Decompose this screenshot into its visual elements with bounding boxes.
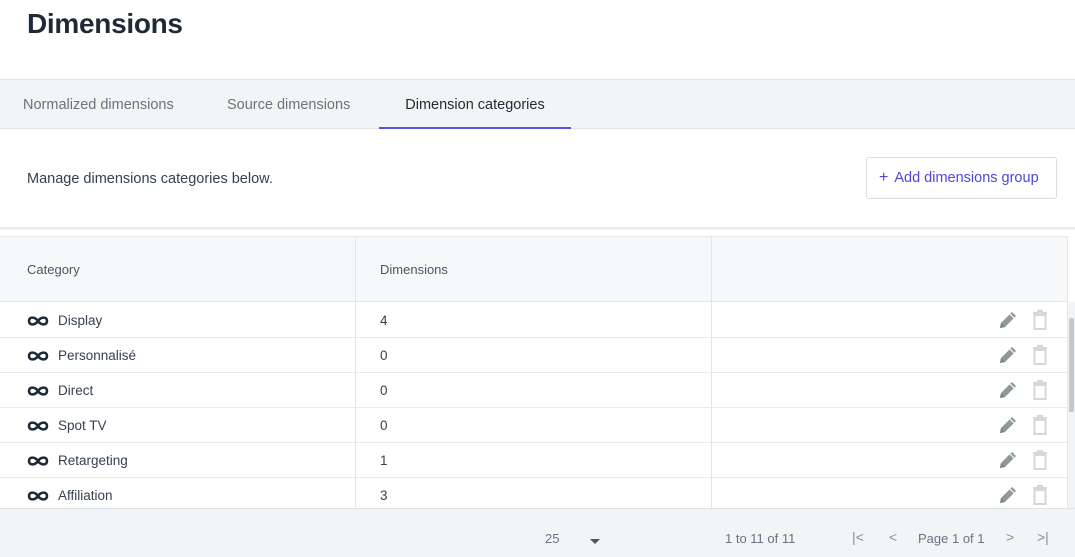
dimensions-count: 3 [380,488,388,503]
category-name: Direct [58,383,94,398]
chevron-down-icon[interactable] [590,539,600,544]
table-header: Category Dimensions [0,237,1068,302]
category-cell: Display [27,303,102,338]
row-actions [997,449,1049,473]
last-page-icon[interactable]: >| [1037,529,1049,545]
dimensions-count: 1 [380,453,388,468]
infinity-icon [27,315,49,327]
row-actions [997,484,1049,508]
dimensions-count: 0 [380,383,388,398]
categories-table: Category Dimensions Display 4 Personnali… [0,236,1068,508]
section-divider [0,227,1075,230]
row-actions [997,344,1049,368]
previous-page-icon[interactable]: < [889,529,897,545]
pagination-bar: 25 1 to 11 of 11 |< < Page 1 of 1 > >| [0,508,1075,557]
page-description: Manage dimensions categories below. [27,171,273,187]
table-body: Display 4 Personnalisé 0 Direct 0 Spot T… [0,303,1068,508]
plus-icon: + [879,169,889,186]
table-row[interactable]: Direct 0 [0,373,1068,408]
column-header-dimensions[interactable]: Dimensions [380,237,448,302]
trash-icon[interactable] [1031,379,1049,401]
table-row[interactable]: Display 4 [0,303,1068,338]
category-name: Personnalisé [58,348,137,363]
infinity-icon [27,420,49,432]
category-cell: Spot TV [27,408,107,443]
infinity-icon [27,490,49,502]
pencil-icon[interactable] [997,344,1019,366]
add-dimensions-group-button[interactable]: + Add dimensions group [866,157,1057,199]
dimensions-count: 0 [380,348,388,363]
page-size-value: 25 [545,531,560,546]
tab-normalized-dimensions[interactable]: Normalized dimensions [23,80,174,129]
category-name: Spot TV [58,418,107,433]
table-row[interactable]: Affiliation 3 [0,478,1068,508]
add-dimensions-group-label: Add dimensions group [894,170,1039,186]
pagination-range: 1 to 11 of 11 [725,531,796,546]
infinity-icon [27,350,49,362]
next-page-icon[interactable]: > [1006,529,1014,545]
infinity-icon [27,385,49,397]
pencil-icon[interactable] [997,379,1019,401]
category-name: Affiliation [58,488,113,503]
category-name: Display [58,313,103,328]
pencil-icon[interactable] [997,309,1019,331]
category-cell: Retargeting [27,443,128,478]
tab-source-dimensions[interactable]: Source dimensions [227,80,350,129]
row-actions [997,309,1049,333]
trash-icon[interactable] [1031,484,1049,506]
trash-icon[interactable] [1031,414,1049,436]
dimensions-count: 4 [380,313,388,328]
dimensions-count: 0 [380,418,388,433]
category-cell: Direct [27,373,93,408]
table-row[interactable]: Retargeting 1 [0,443,1068,478]
category-cell: Affiliation [27,478,113,508]
table-row[interactable]: Spot TV 0 [0,408,1068,443]
vertical-scrollbar[interactable] [1068,302,1075,508]
trash-icon[interactable] [1031,449,1049,471]
pencil-icon[interactable] [997,484,1019,506]
scrollbar-thumb[interactable] [1069,318,1074,412]
page-indicator: Page 1 of 1 [918,531,985,546]
category-name: Retargeting [58,453,128,468]
infinity-icon [27,455,49,467]
category-cell: Personnalisé [27,338,136,373]
row-actions [997,414,1049,438]
pencil-icon[interactable] [997,414,1019,436]
row-actions [997,379,1049,403]
tab-bar: Normalized dimensions Source dimensions … [0,79,1075,129]
column-header-category[interactable]: Category [27,237,80,302]
pencil-icon[interactable] [997,449,1019,471]
first-page-icon[interactable]: |< [852,529,864,545]
trash-icon[interactable] [1031,344,1049,366]
tab-dimension-categories[interactable]: Dimension categories [379,80,571,129]
trash-icon[interactable] [1031,309,1049,331]
table-row[interactable]: Personnalisé 0 [0,338,1068,373]
page-title: Dimensions [27,8,183,39]
